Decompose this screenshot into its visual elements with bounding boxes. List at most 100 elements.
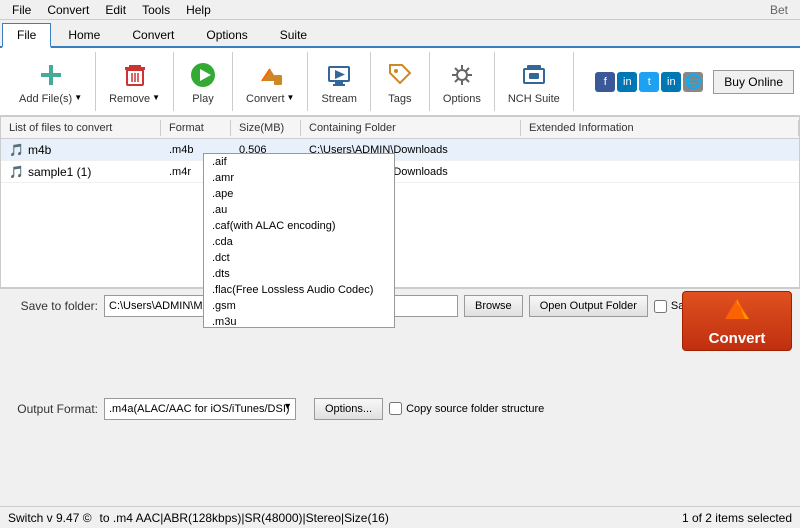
header-folder: Containing Folder (301, 120, 521, 136)
stream-label: Stream (321, 93, 356, 105)
tab-file[interactable]: File (2, 23, 51, 48)
convert-icon (254, 59, 286, 91)
linkedin2-icon[interactable]: in (661, 72, 681, 92)
toolbar-group-play: Play (174, 52, 233, 111)
add-files-label: Add File(s) (19, 93, 72, 105)
nch-suite-button[interactable]: NCH Suite (501, 54, 567, 110)
format-info: to .m4 AAC|ABR(128kbps)|SR(48000)|Stereo… (100, 511, 674, 525)
open-output-button[interactable]: Open Output Folder (529, 295, 648, 317)
dropdown-item-amr[interactable]: .amr (204, 170, 394, 186)
options-icon (446, 59, 478, 91)
facebook-icon[interactable]: f (595, 72, 615, 92)
tab-convert[interactable]: Convert (117, 23, 189, 46)
convert-big-button[interactable]: Convert (682, 291, 792, 351)
menu-bar: File Convert Edit Tools Help Bet (0, 0, 800, 20)
header-name: List of files to convert (1, 120, 161, 136)
convert-toolbar-label: Convert (246, 93, 285, 105)
twitter-icon[interactable]: t (639, 72, 659, 92)
menu-edit[interactable]: Edit (97, 1, 134, 19)
file-icon-1: 🎵 (9, 143, 24, 157)
toolbar-group-remove: Remove ▼ (96, 52, 174, 111)
copy-source-group: Copy source folder structure (389, 402, 544, 415)
nch-icon (518, 59, 550, 91)
browse-button[interactable]: Browse (464, 295, 523, 317)
header-info: Extended Information (521, 120, 799, 136)
format-options-button[interactable]: Options... (314, 398, 383, 420)
play-icon (187, 59, 219, 91)
toolbar-group-stream: Stream (308, 52, 370, 111)
tags-icon (384, 59, 416, 91)
copy-source-label: Copy source folder structure (406, 403, 544, 415)
file-icon-2: 🎵 (9, 165, 24, 179)
tags-button[interactable]: Tags (377, 54, 423, 110)
dropdown-item-au[interactable]: .au (204, 202, 394, 218)
toolbar-group-nch: NCH Suite (495, 52, 574, 111)
toolbar-right: f in t in 🌐 Buy Online (595, 70, 794, 94)
stream-button[interactable]: Stream (314, 54, 363, 110)
web-icon[interactable]: 🌐 (683, 72, 703, 92)
add-files-arrow[interactable]: ▼ (74, 93, 82, 102)
social-icons: f in t in 🌐 (595, 72, 703, 92)
save-to-source-checkbox[interactable] (654, 300, 667, 313)
dropdown-item-ape[interactable]: .ape (204, 186, 394, 202)
menu-help[interactable]: Help (178, 1, 219, 19)
play-button[interactable]: Play (180, 54, 226, 110)
menu-file[interactable]: File (4, 1, 39, 19)
dropdown-item-cda[interactable]: .cda (204, 234, 394, 250)
stream-icon (323, 59, 355, 91)
remove-arrow[interactable]: ▼ (152, 93, 160, 102)
toolbar: Add File(s) ▼ Remove (0, 48, 800, 116)
file-name-cell: 🎵 m4b (1, 141, 161, 159)
table-row[interactable]: 🎵 m4b .m4b 0.506 C:\Users\ADMIN\Download… (1, 139, 799, 161)
menu-convert[interactable]: Convert (39, 1, 97, 19)
app-window: File Convert Edit Tools Help Bet File Ho… (0, 0, 800, 528)
toolbar-group-tags: Tags (371, 52, 430, 111)
output-format-row: Output Format: .m4a(ALAC/AAC for iOS/iTu… (8, 321, 674, 496)
table-row[interactable]: 🎵 sample1 (1) .m4r 0.481 C:\Users\ADMIN\… (1, 161, 799, 183)
file-list-area: List of files to convert Format Size(MB)… (0, 116, 800, 288)
bottom-panel: Save to folder: Browse Open Output Folde… (0, 288, 800, 506)
format-section: Output Format: .m4a(ALAC/AAC for iOS/iTu… (8, 321, 674, 500)
file-info-cell-2 (521, 170, 799, 174)
status-bar: Switch v 9.47 © to .m4 AAC|ABR(128kbps)|… (0, 506, 800, 528)
toolbar-group-add: Add File(s) ▼ (6, 52, 96, 111)
dropdown-item-caf[interactable]: .caf(with ALAC encoding) (204, 218, 394, 234)
dropdown-item-m3u[interactable]: .m3u (204, 314, 394, 328)
tab-suite[interactable]: Suite (265, 23, 322, 46)
format-and-convert-row: Output Format: .m4a(ALAC/AAC for iOS/iTu… (8, 321, 792, 500)
format-select[interactable]: .m4a(ALAC/AAC for iOS/iTunes/DSI) (104, 398, 296, 420)
file-list-header: List of files to convert Format Size(MB)… (1, 117, 799, 139)
copy-source-checkbox[interactable] (389, 402, 402, 415)
save-folder-row: Save to folder: Browse Open Output Folde… (8, 295, 792, 317)
toolbar-group-convert: Convert ▼ (233, 52, 308, 111)
save-to-folder-label: Save to folder: (8, 299, 98, 313)
buy-online-button[interactable]: Buy Online (713, 70, 794, 94)
dropdown-item-dts[interactable]: .dts (204, 266, 394, 282)
tags-label: Tags (388, 93, 411, 105)
convert-toolbar-button[interactable]: Convert ▼ (239, 54, 301, 110)
header-format: Format (161, 120, 231, 136)
linkedin-icon[interactable]: in (617, 72, 637, 92)
nch-label: NCH Suite (508, 93, 560, 105)
add-files-button[interactable]: Add File(s) ▼ (12, 54, 89, 110)
format-dropdown-list: .aif .amr .ape .au .caf(with ALAC encodi… (203, 153, 395, 328)
remove-icon (119, 59, 151, 91)
dropdown-item-aif[interactable]: .aif (204, 154, 394, 170)
output-format-label: Output Format: (8, 402, 98, 416)
dropdown-item-dct[interactable]: .dct (204, 250, 394, 266)
tab-options[interactable]: Options (191, 23, 262, 46)
dropdown-item-gsm[interactable]: .gsm (204, 298, 394, 314)
add-icon (35, 59, 67, 91)
remove-button[interactable]: Remove ▼ (102, 54, 167, 110)
convert-btn-container: Convert (674, 321, 792, 500)
tab-home[interactable]: Home (53, 23, 115, 46)
play-label: Play (192, 93, 213, 105)
convert-arrow[interactable]: ▼ (287, 93, 295, 102)
dropdown-item-flac[interactable]: .flac(Free Lossless Audio Codec) (204, 282, 394, 298)
switch-info: Switch v 9.47 © (8, 511, 92, 525)
menu-tools[interactable]: Tools (134, 1, 178, 19)
format-select-wrapper: .m4a(ALAC/AAC for iOS/iTunes/DSI) (104, 398, 296, 420)
ribbon-tabs: File Home Convert Options Suite (0, 20, 800, 48)
options-button[interactable]: Options (436, 54, 488, 110)
header-size: Size(MB) (231, 120, 301, 136)
